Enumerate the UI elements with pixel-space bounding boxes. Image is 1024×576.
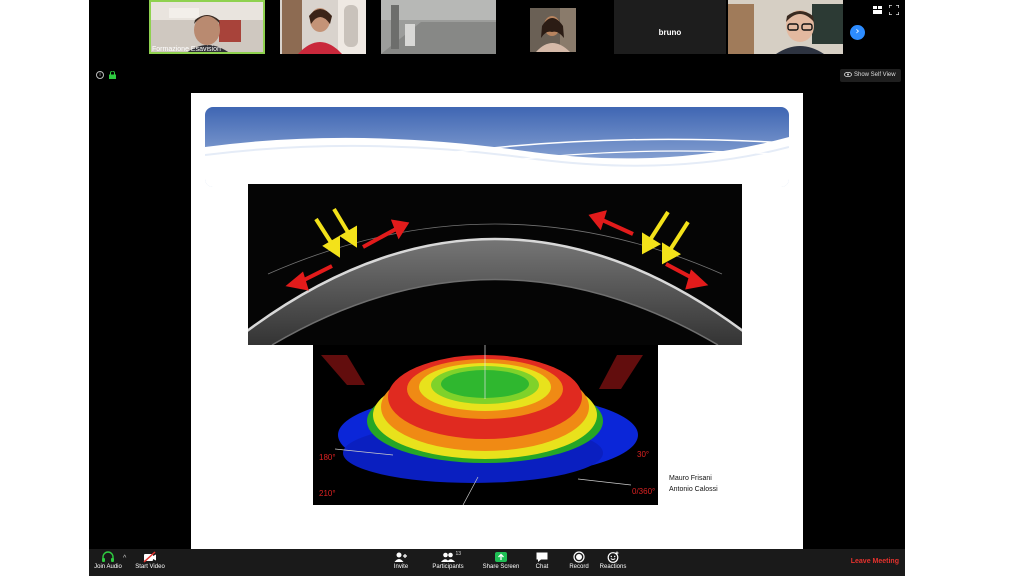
- chat-label: Chat: [535, 564, 549, 570]
- participant-video: [530, 8, 576, 52]
- eye-icon: [844, 71, 852, 78]
- show-self-view-label: Show Self View: [854, 72, 896, 78]
- meeting-toolbar: Join Audio ^ Start Video Invite 13 Parti…: [89, 549, 905, 576]
- slide-header-banner: [205, 107, 789, 187]
- participant-tile-formazione-esavision[interactable]: Formazione Esavision: [149, 0, 265, 54]
- corneal-topography-3d-map: [313, 345, 658, 505]
- shared-screen-slide: 180° 210° 30° 0/360° Mauro Frisani Anton…: [191, 93, 803, 549]
- participants-count: 13: [455, 551, 461, 557]
- zoom-meeting-window: Formazione Esavision bruno › i Show Self…: [89, 0, 905, 576]
- participant-tile-4[interactable]: [530, 8, 576, 52]
- share-screen-icon: [495, 552, 507, 562]
- reactions-label: Reactions: [599, 564, 627, 570]
- share-screen-label: Share Screen: [482, 564, 520, 570]
- angle-label-0-360: 0/360°: [632, 487, 656, 496]
- participant-gallery-strip: Formazione Esavision bruno ›: [89, 0, 905, 66]
- fullscreen-icon[interactable]: [889, 5, 899, 15]
- oct-cornea-scan-image: [248, 184, 742, 345]
- slide-credits: Mauro Frisani Antonio Calossi: [669, 473, 718, 495]
- record-label: Record: [569, 564, 589, 570]
- participants-label: Participants: [432, 564, 464, 570]
- meeting-info-icon[interactable]: i: [96, 71, 104, 79]
- participant-tile-bruno[interactable]: bruno: [614, 0, 726, 54]
- participants-button[interactable]: 13 Participants: [431, 551, 465, 570]
- chat-bubble-icon: [536, 552, 548, 562]
- angle-label-30: 30°: [637, 450, 650, 459]
- gallery-view-icon[interactable]: [873, 6, 882, 14]
- participant-name-label: bruno: [658, 28, 682, 37]
- angle-label-180: 180°: [319, 453, 336, 462]
- participant-video: [381, 0, 496, 54]
- share-screen-button[interactable]: Share Screen: [481, 551, 521, 570]
- video-off-icon: [143, 551, 156, 563]
- participant-video: [280, 0, 366, 54]
- participant-tile-3[interactable]: [381, 0, 496, 54]
- next-page-button[interactable]: ›: [850, 25, 865, 40]
- chat-button[interactable]: Chat: [532, 551, 552, 570]
- invite-label: Invite: [393, 564, 409, 570]
- join-audio-label: Join Audio: [94, 564, 122, 570]
- reactions-button[interactable]: Reactions: [598, 551, 628, 570]
- smiley-icon: [607, 551, 619, 563]
- encryption-lock-icon[interactable]: [109, 71, 116, 79]
- credit-author-1: Mauro Frisani: [669, 475, 712, 482]
- record-button[interactable]: Record: [567, 551, 591, 570]
- participant-name-label: Formazione Esavision: [152, 46, 221, 53]
- audio-options-chevron-icon[interactable]: ^: [123, 555, 126, 562]
- start-video-label: Start Video: [135, 564, 165, 570]
- join-audio-button[interactable]: Join Audio: [91, 551, 125, 570]
- chevron-right-icon: ›: [855, 26, 860, 37]
- headphones-icon: [102, 551, 114, 562]
- leave-meeting-button[interactable]: Leave Meeting: [851, 558, 899, 565]
- start-video-button[interactable]: Start Video: [133, 551, 167, 570]
- invite-button[interactable]: Invite: [389, 551, 413, 570]
- participants-icon: [441, 552, 455, 562]
- angle-label-210: 210°: [319, 489, 336, 498]
- participant-video: [728, 0, 843, 54]
- record-icon: [573, 551, 585, 563]
- participant-tile-2[interactable]: [280, 0, 366, 54]
- add-person-icon: [394, 552, 407, 562]
- credit-author-2: Antonio Calossi: [669, 486, 718, 493]
- show-self-view-button[interactable]: Show Self View: [840, 69, 901, 82]
- participant-tile-6[interactable]: [728, 0, 843, 54]
